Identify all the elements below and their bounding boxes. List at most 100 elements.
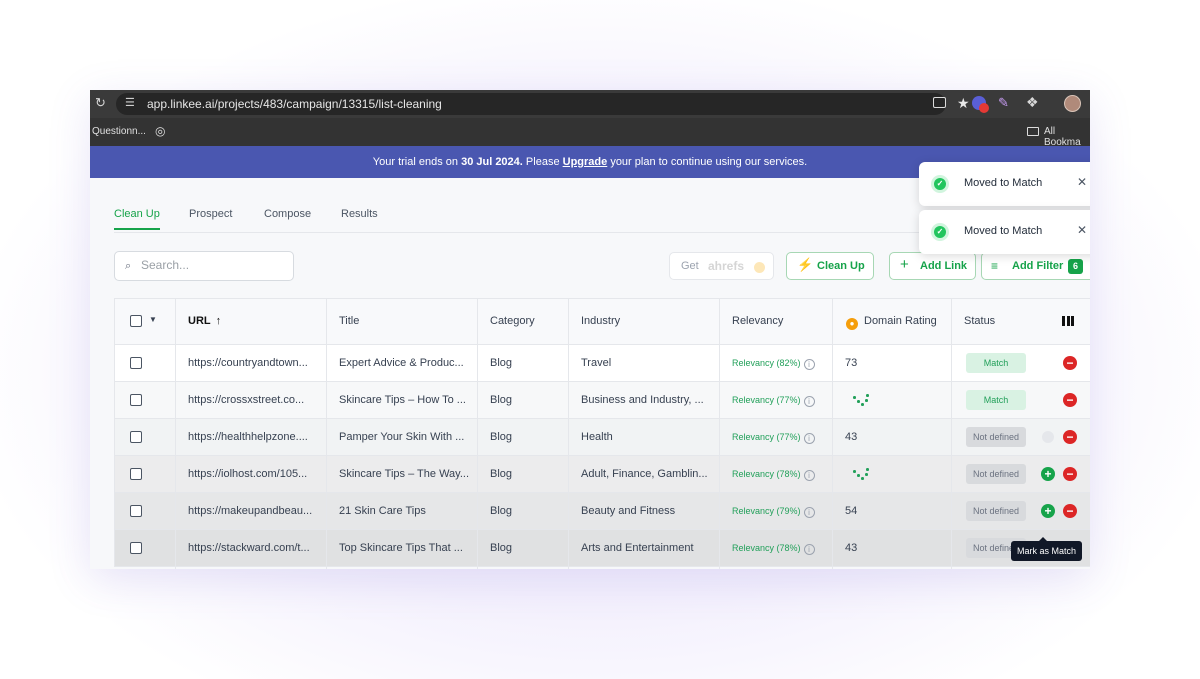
table-row[interactable]: https://crossxstreet.co... Skincare Tips … xyxy=(114,382,1090,419)
mark-as-match-button[interactable] xyxy=(1042,431,1054,443)
info-icon[interactable]: i xyxy=(803,396,815,407)
url-cell[interactable]: https://countryandtown... xyxy=(188,345,320,381)
url-cell[interactable]: https://healthhelpzone.... xyxy=(188,419,320,455)
relevancy-cell: Relevancy (79%) i xyxy=(732,493,832,529)
bookmark-item[interactable]: Questionn... xyxy=(92,126,146,137)
row-checkbox[interactable] xyxy=(130,394,142,406)
status-cell: Not defined − xyxy=(953,419,1090,455)
column-divider xyxy=(832,298,833,569)
columns-icon[interactable] xyxy=(1062,316,1074,327)
url-cell[interactable]: https://crossxstreet.co... xyxy=(188,382,320,418)
address-bar[interactable]: ☰ app.linkee.ai/projects/483/campaign/13… xyxy=(116,93,970,115)
url-text[interactable]: app.linkee.ai/projects/483/campaign/1331… xyxy=(147,97,442,111)
folder-icon[interactable] xyxy=(1027,127,1039,136)
row-checkbox[interactable] xyxy=(130,357,142,369)
industry-cell: Health xyxy=(581,431,613,443)
extensions-puzzle-icon[interactable]: ❖ xyxy=(1026,94,1039,111)
toast-message: Moved to Match xyxy=(964,177,1043,189)
mark-as-match-button[interactable]: + xyxy=(1041,504,1055,518)
relevancy-cell: Relevancy (82%) i xyxy=(732,345,832,381)
sort-up-icon[interactable]: ↑ xyxy=(216,315,222,327)
site-settings-icon[interactable]: ☰ xyxy=(125,96,135,109)
select-all-checkbox[interactable] xyxy=(130,315,142,327)
column-title[interactable]: Title xyxy=(339,299,359,344)
search-input[interactable] xyxy=(141,258,289,272)
title-cell: Top Skincare Tips That ... xyxy=(339,542,463,554)
column-status[interactable]: Status xyxy=(964,299,995,344)
remove-button[interactable]: − xyxy=(1063,504,1077,518)
status-cell: Not defined +− xyxy=(953,493,1090,529)
status-badge: Not defined xyxy=(966,501,1026,521)
row-checkbox[interactable] xyxy=(130,505,142,517)
status-badge: Match xyxy=(966,390,1026,410)
table-row[interactable]: https://iolhost.com/105... Skincare Tips … xyxy=(114,456,1090,493)
row-checkbox[interactable] xyxy=(130,468,142,480)
filter-count-badge: 6 xyxy=(1068,259,1083,274)
table-row[interactable]: https://stackward.com/t... Top Skincare T… xyxy=(114,530,1090,567)
industry-cell: Adult, Finance, Gamblin... xyxy=(581,468,708,480)
pen-extension-icon[interactable]: ✎ xyxy=(998,95,1009,111)
industry-cell: Travel xyxy=(581,357,612,369)
domain-rating-icon: ● xyxy=(846,318,858,330)
banner-prefix: Your trial ends on xyxy=(372,156,459,168)
info-icon[interactable]: i xyxy=(803,470,815,481)
toast-notification: ✓ Moved to Match ✕ xyxy=(919,162,1090,206)
relevancy-cell: Relevancy (78%) i xyxy=(732,456,832,492)
table-header: ▼ URL ↑ Title Category Industry Relevancy… xyxy=(114,298,1090,345)
check-circle-icon: ✓ xyxy=(931,175,949,193)
column-divider xyxy=(175,298,176,569)
remove-button[interactable]: − xyxy=(1063,430,1077,444)
row-checkbox[interactable] xyxy=(130,542,142,554)
tab-results[interactable]: Results xyxy=(341,208,378,228)
cast-icon[interactable] xyxy=(933,97,946,108)
info-icon[interactable]: i xyxy=(803,433,815,444)
remove-button[interactable]: − xyxy=(1063,356,1077,370)
tab-clean-up[interactable]: Clean Up xyxy=(114,208,160,230)
add-link-button[interactable]: + Add Link xyxy=(889,252,976,280)
app-screenshot: ↻ ☰ app.linkee.ai/projects/483/campaign/… xyxy=(90,90,1090,569)
table-row[interactable]: https://healthhelpzone.... Pamper Your Sk… xyxy=(114,419,1090,456)
column-category[interactable]: Category xyxy=(490,299,535,344)
url-cell[interactable]: https://makeupandbeau... xyxy=(188,493,320,529)
relevancy-cell: Relevancy (77%) i xyxy=(732,382,832,418)
check-circle-icon: ✓ xyxy=(931,223,949,241)
info-icon[interactable]: i xyxy=(803,507,815,518)
tab-compose[interactable]: Compose xyxy=(264,208,311,228)
url-cell[interactable]: https://iolhost.com/105... xyxy=(188,456,320,492)
close-icon[interactable]: ✕ xyxy=(1077,175,1087,189)
tab-prospect[interactable]: Prospect xyxy=(189,208,232,228)
column-relevancy[interactable]: Relevancy xyxy=(732,299,783,344)
column-url[interactable]: URL ↑ xyxy=(188,299,221,344)
url-cell[interactable]: https://stackward.com/t... xyxy=(188,530,320,566)
close-icon[interactable]: ✕ xyxy=(1077,223,1087,237)
column-industry[interactable]: Industry xyxy=(581,299,620,344)
reload-icon[interactable]: ↻ xyxy=(95,95,106,111)
globe-icon[interactable]: ◎ xyxy=(155,124,165,138)
table-row[interactable]: https://makeupandbeau... 21 Skin Care Tip… xyxy=(114,493,1090,530)
row-checkbox[interactable] xyxy=(130,431,142,443)
info-icon[interactable]: i xyxy=(803,359,815,370)
search-box[interactable]: ⌕ xyxy=(114,251,294,281)
title-cell: Skincare Tips – The Way... xyxy=(339,468,470,480)
info-icon[interactable]: i xyxy=(803,544,815,555)
category-cell: Blog xyxy=(490,542,513,554)
domain-rating-cell: 54 xyxy=(845,505,858,517)
add-filter-button[interactable]: ≡ Add Filter 6 xyxy=(981,252,1090,280)
industry-cell: Arts and Entertainment xyxy=(581,542,694,554)
remove-button[interactable]: − xyxy=(1063,467,1077,481)
all-bookmarks-link[interactable]: All Bookma xyxy=(1044,126,1090,148)
bookmark-star-icon[interactable]: ★ xyxy=(957,95,970,112)
category-cell: Blog xyxy=(490,468,513,480)
mark-as-match-button[interactable]: + xyxy=(1041,467,1055,481)
loading-spinner-icon xyxy=(853,394,869,408)
table-row[interactable]: https://countryandtown... Expert Advice &… xyxy=(114,345,1090,382)
profile-avatar[interactable] xyxy=(1064,95,1081,112)
column-domain-rating[interactable]: ● Domain Rating xyxy=(846,299,937,344)
upgrade-link[interactable]: Upgrade xyxy=(563,156,608,168)
remove-button[interactable]: − xyxy=(1063,393,1077,407)
get-ahrefs-button[interactable]: Get ahrefs xyxy=(669,252,774,280)
clean-up-button[interactable]: ⚡ Clean Up xyxy=(786,252,874,280)
title-cell: Expert Advice & Produc... xyxy=(339,357,464,369)
chevron-down-icon[interactable]: ▼ xyxy=(149,315,157,324)
filter-icon: ≡ xyxy=(991,259,999,273)
